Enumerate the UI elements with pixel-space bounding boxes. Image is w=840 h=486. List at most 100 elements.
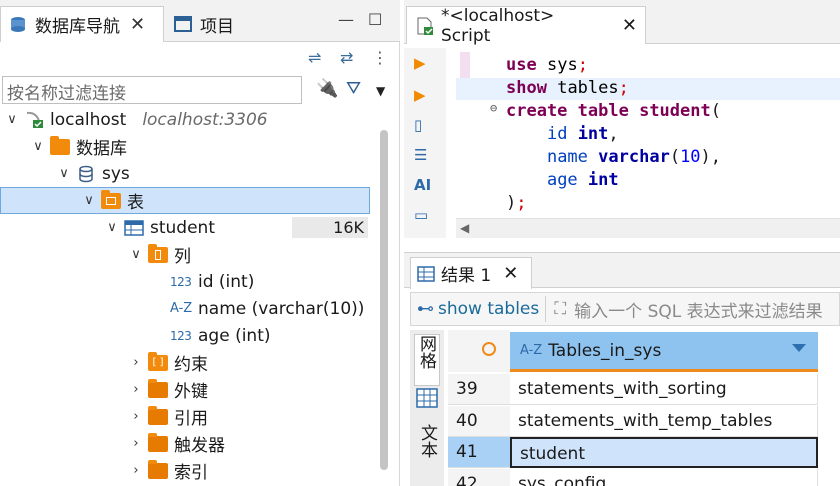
database-navigator-panel: 数据库导航 ✕ 项目 — ☐ ⇌ ⇄ ⋮ 按名称过滤连接 🔌 ⛛ ▼ ∨ loc… [0,0,400,486]
table-row-selected[interactable]: 41 student [448,437,840,468]
tab-projects[interactable]: 项目 [166,6,256,42]
table-cell[interactable]: sys_config [510,469,818,486]
folder-icon [148,378,168,399]
chevron-down-icon[interactable]: ∨ [30,139,46,154]
table-row[interactable]: 40 statements_with_temp_tables [448,406,840,437]
tab-results-1[interactable]: 结果 1 ✕ [410,257,532,289]
tree-item-column[interactable]: A-Z name (varchar(10)) [170,295,378,322]
tab-label: *<localhost> Script [441,5,555,46]
close-icon[interactable]: ✕ [622,15,637,36]
tree-item-column[interactable]: 123 age (int) [170,322,378,349]
numeric-type-icon: 123 [170,328,192,343]
tab-grid-view[interactable]: 网格 [414,334,440,386]
editor-tabbar: *<localhost> Script ✕ [404,0,840,46]
connection-filter-input[interactable]: 按名称过滤连接 [2,76,302,104]
table-cell[interactable]: statements_with_temp_tables [510,406,818,437]
table-icon [124,219,144,237]
chevron-right-icon[interactable]: › [128,409,144,424]
tree-item-tables[interactable]: ∨ 表 [0,187,370,214]
table-label: student [150,217,215,238]
tree-item-foreign-keys[interactable]: › 外键 [128,376,378,403]
format-icon[interactable]: ☰ [414,146,427,164]
chevron-down-icon[interactable]: ∨ [104,220,120,235]
execute-statement-icon[interactable]: ▶ [414,54,426,72]
expand-icon[interactable]: ⛶ [554,299,566,319]
results-tabbar: 结果 1 ✕ [404,252,840,289]
group-label: 引用 [174,409,208,429]
tab-sql-script[interactable]: *<localhost> Script ✕ [406,5,646,46]
close-icon[interactable]: ✕ [503,263,518,284]
tree-item-column[interactable]: 123 id (int) [170,268,378,295]
circle-icon [482,342,496,356]
tree-item-references[interactable]: › 引用 [128,403,378,430]
table-cell[interactable]: statements_with_sorting [510,374,818,405]
more-options-icon[interactable]: ⋮ [372,48,388,67]
script-panel-icon[interactable]: ▯ [414,116,422,134]
editor-horizontal-scrollbar[interactable]: ◀ [456,218,840,238]
tree-item-triggers[interactable]: › 触发器 [128,430,378,457]
tree-item-connection[interactable]: ∨ localhost localhost:3306 [4,106,382,133]
execute-script-icon[interactable]: ▶ [414,86,426,104]
tree-item-columns[interactable]: ∨ 列 [128,241,378,268]
collapse-all-icon[interactable]: ⇌ [308,48,321,67]
tree-item-databases[interactable]: ∨ 数据库 [30,133,408,160]
code-line: show tables; [506,78,629,98]
column-label: name (varchar(10)) [198,298,365,319]
filter-icon[interactable]: ⛛ [346,78,361,99]
chevron-down-icon[interactable]: ∨ [128,247,144,262]
tree-item-schema[interactable]: ∨ sys [56,160,434,187]
row-number: 40 [448,406,510,437]
editor-toolbar: ▶ ▶ ▯ ☰ AI ▭ [404,48,446,238]
databases-label: 数据库 [76,139,127,159]
folder-icon [148,432,168,453]
chevron-down-icon[interactable]: ∨ [81,193,97,208]
group-label: 约束 [174,355,208,375]
plug-connection-icon[interactable]: 🔌 [316,78,338,99]
table-row[interactable]: 39 statements_with_sorting [448,374,840,405]
grid-view-icon[interactable] [416,388,438,413]
close-icon[interactable]: ✕ [130,14,145,35]
chevron-right-icon[interactable]: › [128,382,144,397]
chevron-right-icon[interactable]: › [128,355,144,370]
row-number-header[interactable] [448,330,510,372]
table-cell[interactable]: student [510,437,818,468]
navigator-toolbar: ⇌ ⇄ ⋮ [0,42,400,74]
tree-item-indexes[interactable]: › 索引 [128,457,378,484]
chevron-right-icon[interactable]: › [128,463,144,478]
console-icon[interactable]: ▭ [414,206,428,224]
chevron-down-icon[interactable]: ∨ [4,112,20,127]
group-label: 触发器 [174,436,225,456]
tab-label: 数据库导航 [35,17,120,37]
navigator-tabbar: 数据库导航 ✕ 项目 — ☐ [0,0,400,42]
folder-icon [148,405,168,426]
numeric-type-icon: 123 [170,274,192,289]
column-label: age (int) [198,325,271,346]
table-size: 16K [292,217,368,238]
sort-dropdown-icon[interactable] [792,344,806,352]
chevron-down-icon[interactable]: ▼ [376,84,385,98]
minimize-icon[interactable]: — [338,10,354,29]
columns-folder-icon [148,243,168,264]
show-tables-button[interactable]: ⊷ show tables [411,296,547,322]
column-header-tables-in-sys[interactable]: A-Z Tables_in_sys [510,332,818,372]
sql-editor[interactable]: ⊖ use sys; show tables; create table stu… [456,52,840,214]
sql-editor-panel: *<localhost> Script ✕ ▶ ▶ ▯ ☰ AI ▭ ⊖ use… [404,0,840,486]
tab-database-navigator[interactable]: 数据库导航 ✕ [0,6,164,42]
results-filter-input[interactable]: 输入一个 SQL 表达式来过滤结果 [566,297,822,322]
code-line: create table student( [506,101,721,121]
results-filter-bar: ⊷ show tables ⛶ 输入一个 SQL 表达式来过滤结果 [410,292,840,326]
fold-icon[interactable]: ⊖ [490,101,497,115]
table-row[interactable]: 42 sys_config [448,469,840,486]
query-icon: ⊷ [417,299,434,319]
chevron-right-icon[interactable]: › [128,436,144,451]
tab-text-view[interactable]: 文本 [414,424,440,470]
navigator-scrollbar[interactable] [380,130,388,470]
scroll-left-icon[interactable]: ◀ [460,221,469,235]
code-line: age int [546,170,619,190]
maximize-icon[interactable]: ☐ [368,10,382,29]
ai-assistant-icon[interactable]: AI [414,176,431,194]
link-editor-icon[interactable]: ⇄ [340,48,353,67]
tree-item-constraints[interactable]: › [ ] 约束 [128,349,378,376]
chevron-down-icon[interactable]: ∨ [56,166,72,181]
results-grid: A-Z Tables_in_sys 39 statements_with_sor… [448,330,840,486]
